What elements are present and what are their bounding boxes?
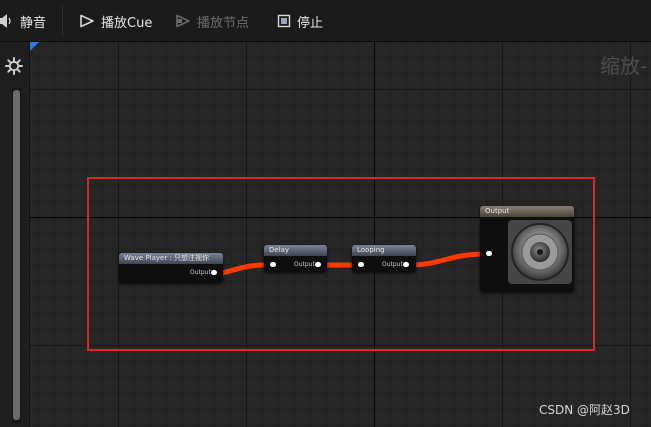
toolbar: 静音 播放Cue 播放节点 停止 bbox=[0, 0, 651, 42]
play-cue-label: 播放Cue bbox=[101, 15, 153, 31]
stop-icon bbox=[277, 14, 291, 28]
stop-button[interactable]: 停止 bbox=[277, 0, 323, 42]
mute-label: 静音 bbox=[20, 15, 47, 31]
play-node-button[interactable]: 播放节点 bbox=[175, 0, 249, 42]
toolbar-divider bbox=[62, 6, 63, 36]
play-icon bbox=[80, 14, 94, 28]
stop-label: 停止 bbox=[297, 15, 324, 31]
play-cue-button[interactable]: 播放Cue bbox=[79, 0, 152, 42]
sound-cue-editor: 静音 播放Cue 播放节点 停止 缩放- Wave Player: 只想注视你… bbox=[0, 0, 651, 427]
play-node-label: 播放节点 bbox=[197, 15, 250, 31]
details-panel bbox=[0, 42, 30, 427]
selection-highlight bbox=[87, 177, 595, 351]
graph-canvas[interactable]: 缩放- Wave Player : 只想注视你 Output Delay Out… bbox=[30, 42, 651, 427]
gear-icon[interactable] bbox=[4, 56, 24, 76]
speaker-icon bbox=[0, 14, 11, 28]
mute-button[interactable]: 静音 bbox=[0, 0, 46, 42]
watermark: CSDN @阿赵3D bbox=[539, 403, 630, 417]
play-node-icon bbox=[176, 14, 190, 28]
scrollbar-thumb[interactable] bbox=[13, 90, 20, 420]
